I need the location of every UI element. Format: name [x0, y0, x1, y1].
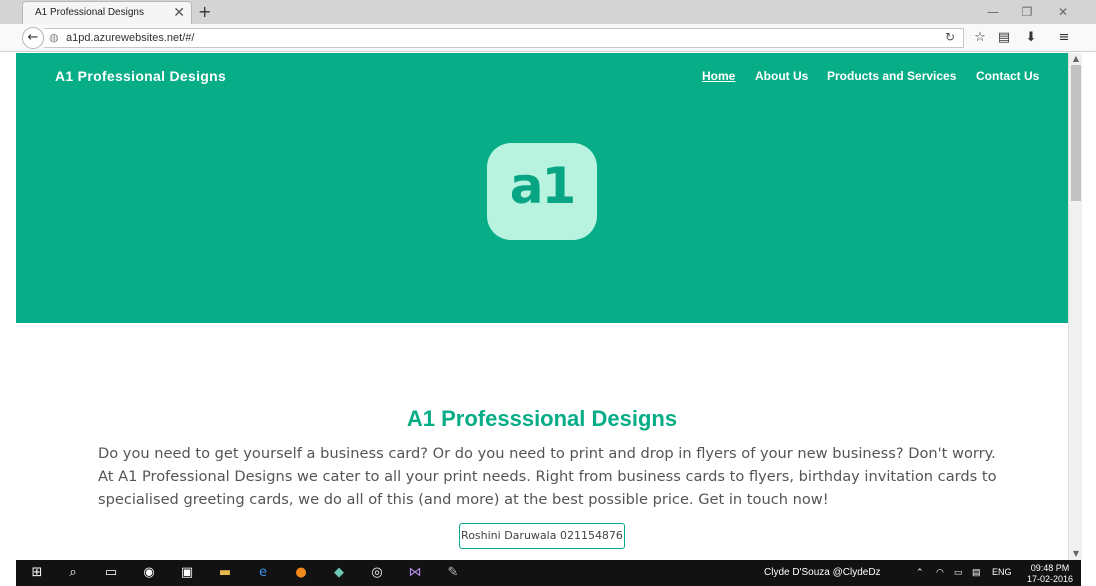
windows-taskbar: ⊞ ⌕ ▭ ◉ ▣ ▬ e ● ◆ ◎ ⋈ ✎ Clyde D'Souza @C… — [16, 560, 1081, 586]
visual-studio-icon[interactable]: ⋈ — [404, 563, 426, 583]
tray-chevron-icon[interactable]: ⌃ — [916, 567, 924, 578]
reading-list-icon[interactable]: ▤ — [994, 28, 1014, 48]
paint-icon[interactable]: ✎ — [442, 563, 464, 583]
hp-icon[interactable]: ◉ — [138, 563, 160, 583]
search-icon[interactable]: ⌕ — [62, 563, 84, 583]
start-icon[interactable]: ⊞ — [26, 563, 48, 583]
edge-icon[interactable]: e — [252, 563, 274, 583]
nav-products-and-services[interactable]: Products and Services — [827, 69, 956, 83]
contact-button[interactable]: Roshini Daruwala 021154876 — [459, 523, 625, 549]
logo-text: a1 — [509, 157, 577, 215]
content-heading: A1 Professsional Designs — [406, 406, 678, 431]
wifi-icon[interactable]: ◠ — [936, 567, 944, 578]
store-icon[interactable]: ▣ — [176, 563, 198, 583]
language-indicator[interactable]: ENG — [992, 567, 1012, 577]
site-logo: a1 — [487, 143, 597, 240]
back-button[interactable]: ← — [22, 27, 44, 49]
groove-icon[interactable]: ◎ — [366, 563, 388, 583]
task-view-icon[interactable]: ▭ — [100, 563, 122, 583]
address-bar[interactable]: ◍ a1pd.azurewebsites.net/#/ ↻ — [44, 28, 964, 48]
download-icon[interactable]: ⬇ — [1021, 28, 1041, 48]
browser-navbar: ← ◍ a1pd.azurewebsites.net/#/ ↻ — [0, 24, 1096, 52]
globe-icon: ◍ — [49, 31, 59, 44]
page-scrollbar[interactable]: ▲ ▼ — [1068, 53, 1082, 560]
clock-date: 17-02-2016 — [1026, 574, 1074, 584]
web-page: A1 Professional Designs Home About Us Pr… — [16, 53, 1068, 560]
hero-section: A1 Professional Designs Home About Us Pr… — [16, 53, 1068, 323]
nav-about-us[interactable]: About Us — [755, 69, 808, 83]
nav-contact-us[interactable]: Contact Us — [976, 69, 1039, 83]
nav-home[interactable]: Home — [702, 69, 735, 83]
scroll-up-icon[interactable]: ▲ — [1069, 53, 1083, 65]
window-close-icon[interactable]: ✕ — [1048, 2, 1078, 22]
browser-tab[interactable]: A1 Professional Designs ✕ — [22, 1, 192, 24]
scroll-thumb[interactable] — [1071, 65, 1081, 201]
bookmark-star-icon[interactable]: ☆ — [970, 28, 990, 48]
url-text: a1pd.azurewebsites.net/#/ — [66, 32, 195, 44]
notification-icon[interactable]: ▤ — [972, 567, 981, 578]
browser-tab-strip: A1 Professional Designs ✕ + — ❐ ✕ — [0, 0, 1096, 24]
tab-close-icon[interactable]: ✕ — [173, 4, 185, 22]
taskbar-clock[interactable]: 09:48 PM 17-02-2016 — [1020, 563, 1080, 585]
restore-icon[interactable]: ❐ — [1012, 2, 1042, 22]
battery-icon[interactable]: ▭ — [954, 567, 963, 578]
scroll-down-icon[interactable]: ▼ — [1069, 548, 1083, 560]
file-explorer-icon[interactable]: ▬ — [214, 563, 236, 583]
menu-icon[interactable]: ≡ — [1054, 28, 1074, 48]
minimize-icon[interactable]: — — [978, 2, 1008, 22]
clock-time: 09:48 PM — [1030, 563, 1070, 573]
site-brand[interactable]: A1 Professional Designs — [55, 68, 226, 84]
content-paragraph: Do you need to get yourself a business c… — [98, 445, 997, 508]
firefox-icon[interactable]: ● — [290, 563, 312, 583]
tab-title: A1 Professional Designs — [35, 7, 144, 18]
reload-icon[interactable]: ↻ — [945, 30, 955, 44]
taskbar-user: Clyde D'Souza @ClydeDz — [764, 567, 881, 578]
new-tab-icon[interactable]: + — [198, 1, 211, 23]
back-arrow-icon: ← — [27, 30, 39, 45]
screen: A1 Professional Designs ✕ + — ❐ ✕ ← ◍ a1… — [0, 0, 1096, 586]
app-icon[interactable]: ◆ — [328, 563, 350, 583]
